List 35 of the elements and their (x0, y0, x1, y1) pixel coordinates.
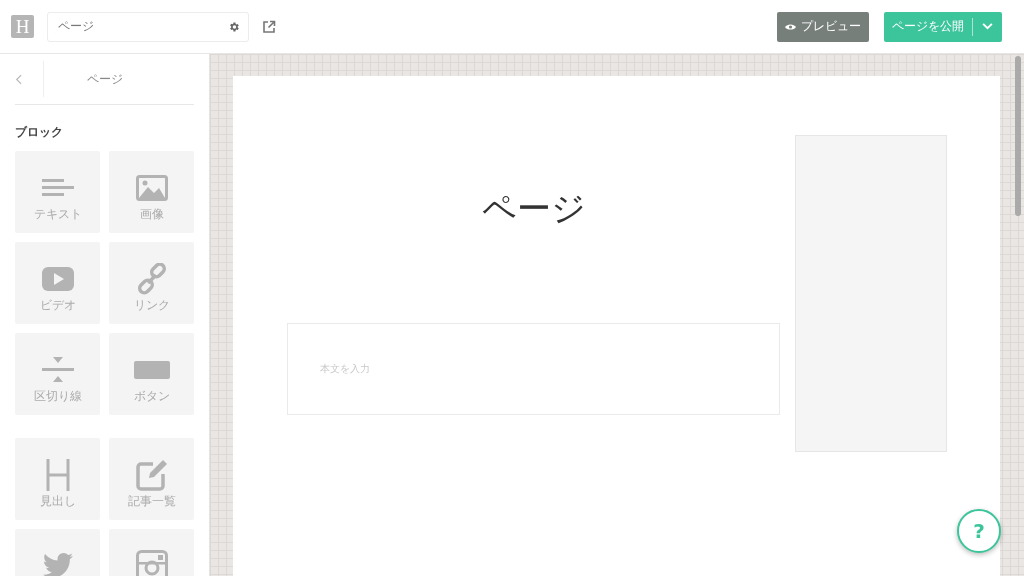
block-tile[interactable]: 画像 (109, 151, 194, 233)
publish-button[interactable]: ページを公開 (884, 17, 973, 36)
camera-icon (135, 550, 168, 576)
block-label: 画像 (139, 206, 164, 223)
external-link-icon[interactable] (262, 19, 276, 34)
block-tile[interactable]: リンク (109, 242, 194, 324)
block-label: 区切り線 (33, 388, 82, 405)
block-tile[interactable]: 記事一覧 (109, 438, 194, 520)
chain-link-icon (135, 263, 168, 295)
edit-icon (135, 459, 168, 491)
preview-button[interactable]: プレビュー (777, 11, 869, 42)
chevron-down-icon (982, 23, 993, 30)
block-tile[interactable]: 見出し (15, 438, 100, 520)
block-label: テキスト (33, 206, 82, 223)
block-label: ビデオ (39, 297, 76, 314)
block-tile[interactable]: 区切り線 (15, 333, 100, 415)
block-label: リンク (133, 297, 170, 314)
block-tile[interactable]: ビデオ (15, 242, 100, 324)
section-heading: ブロック (15, 124, 64, 141)
block-label: 記事一覧 (127, 493, 176, 510)
block-tile[interactable]: テキスト (15, 151, 100, 233)
settings-icon[interactable] (228, 20, 240, 33)
block-label: 見出し (39, 493, 76, 510)
image-icon (135, 172, 168, 204)
back-chevron-icon[interactable] (15, 61, 44, 97)
scrollbar[interactable] (1015, 56, 1021, 216)
logo-badge: H (11, 15, 34, 38)
block-tile[interactable]: ボタン (109, 333, 194, 415)
page-name-field[interactable]: ページ (47, 11, 249, 42)
page-title[interactable]: ページ (287, 188, 780, 228)
eye-icon (785, 22, 796, 31)
letter-h-icon (45, 459, 70, 491)
block-label: ボタン (133, 388, 170, 405)
bird-icon (41, 550, 74, 576)
sidebar-title: ページ (86, 70, 124, 88)
